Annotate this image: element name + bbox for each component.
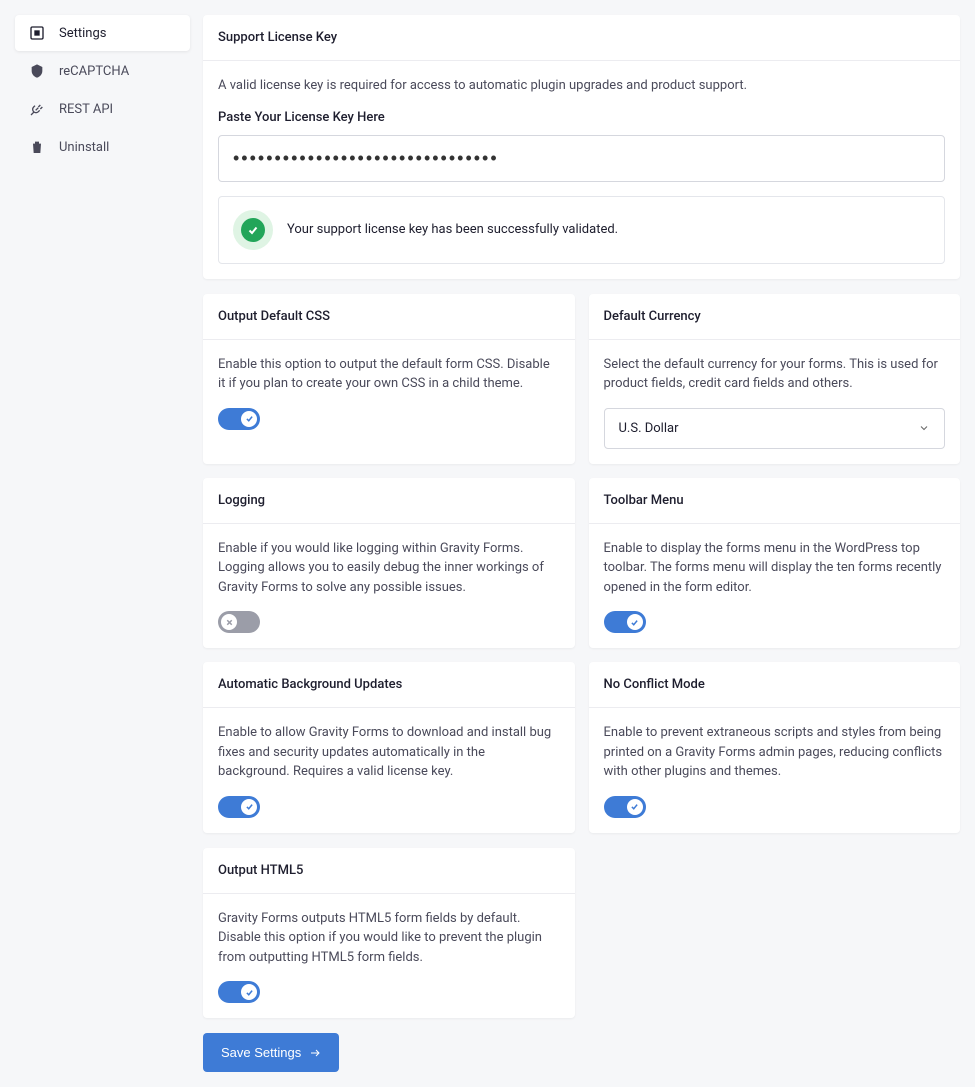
sidebar-item-label: reCAPTCHA [59, 64, 129, 79]
updates-card: Automatic Background Updates Enable to a… [203, 662, 575, 833]
updates-desc: Enable to allow Gravity Forms to downloa… [218, 723, 560, 782]
sidebar-item-settings[interactable]: Settings [15, 15, 190, 51]
noconflict-header: No Conflict Mode [589, 662, 961, 708]
license-input[interactable] [218, 135, 945, 182]
toolbar-card: Toolbar Menu Enable to display the forms… [589, 478, 961, 649]
sidebar-item-label: Uninstall [59, 140, 109, 155]
currency-header: Default Currency [589, 294, 961, 340]
updates-toggle[interactable] [218, 796, 260, 818]
check-icon [627, 799, 643, 815]
updates-header: Automatic Background Updates [203, 662, 575, 708]
save-button[interactable]: Save Settings [203, 1033, 339, 1072]
sidebar-item-recaptcha[interactable]: reCAPTCHA [15, 53, 190, 89]
check-icon [627, 614, 643, 630]
settings-icon [29, 25, 45, 41]
trash-icon [29, 139, 45, 155]
save-button-label: Save Settings [221, 1045, 301, 1060]
output-css-toggle[interactable] [218, 408, 260, 430]
x-icon [221, 614, 237, 630]
license-label: Paste Your License Key Here [218, 110, 945, 125]
toolbar-desc: Enable to display the forms menu in the … [604, 539, 946, 598]
license-success-alert: Your support license key has been succes… [218, 196, 945, 264]
logging-card: Logging Enable if you would like logging… [203, 478, 575, 649]
html5-header: Output HTML5 [203, 848, 575, 894]
check-icon [241, 799, 257, 815]
sidebar-item-restapi[interactable]: REST API [15, 91, 190, 127]
html5-toggle[interactable] [218, 981, 260, 1003]
license-desc: A valid license key is required for acce… [218, 76, 945, 96]
html5-desc: Gravity Forms outputs HTML5 form fields … [218, 909, 560, 968]
logging-toggle[interactable] [218, 611, 260, 633]
logging-desc: Enable if you would like logging within … [218, 539, 560, 598]
arrow-right-icon [309, 1047, 321, 1059]
sidebar-item-label: Settings [59, 26, 106, 41]
toolbar-toggle[interactable] [604, 611, 646, 633]
noconflict-card: No Conflict Mode Enable to prevent extra… [589, 662, 961, 833]
license-card: Support License Key A valid license key … [203, 15, 960, 279]
chevron-down-icon [918, 422, 930, 434]
output-css-card: Output Default CSS Enable this option to… [203, 294, 575, 464]
output-css-header: Output Default CSS [203, 294, 575, 340]
success-badge [233, 210, 273, 250]
html5-card: Output HTML5 Gravity Forms outputs HTML5… [203, 848, 575, 1019]
output-css-desc: Enable this option to output the default… [218, 355, 560, 394]
sidebar: Settings reCAPTCHA REST API Uninstall [15, 15, 190, 1072]
check-icon [241, 411, 257, 427]
currency-selected: U.S. Dollar [619, 421, 679, 436]
logging-header: Logging [203, 478, 575, 524]
main-content: Support License Key A valid license key … [203, 15, 960, 1072]
license-success-text: Your support license key has been succes… [287, 222, 618, 237]
check-icon [241, 984, 257, 1000]
currency-select[interactable]: U.S. Dollar [604, 408, 946, 449]
check-circle-icon [241, 218, 265, 242]
sidebar-item-uninstall[interactable]: Uninstall [15, 129, 190, 165]
toolbar-header: Toolbar Menu [589, 478, 961, 524]
sidebar-item-label: REST API [59, 102, 113, 117]
shield-icon [29, 63, 45, 79]
noconflict-toggle[interactable] [604, 796, 646, 818]
license-header: Support License Key [203, 15, 960, 61]
plug-icon [29, 101, 45, 117]
currency-card: Default Currency Select the default curr… [589, 294, 961, 464]
noconflict-desc: Enable to prevent extraneous scripts and… [604, 723, 946, 782]
currency-desc: Select the default currency for your for… [604, 355, 946, 394]
